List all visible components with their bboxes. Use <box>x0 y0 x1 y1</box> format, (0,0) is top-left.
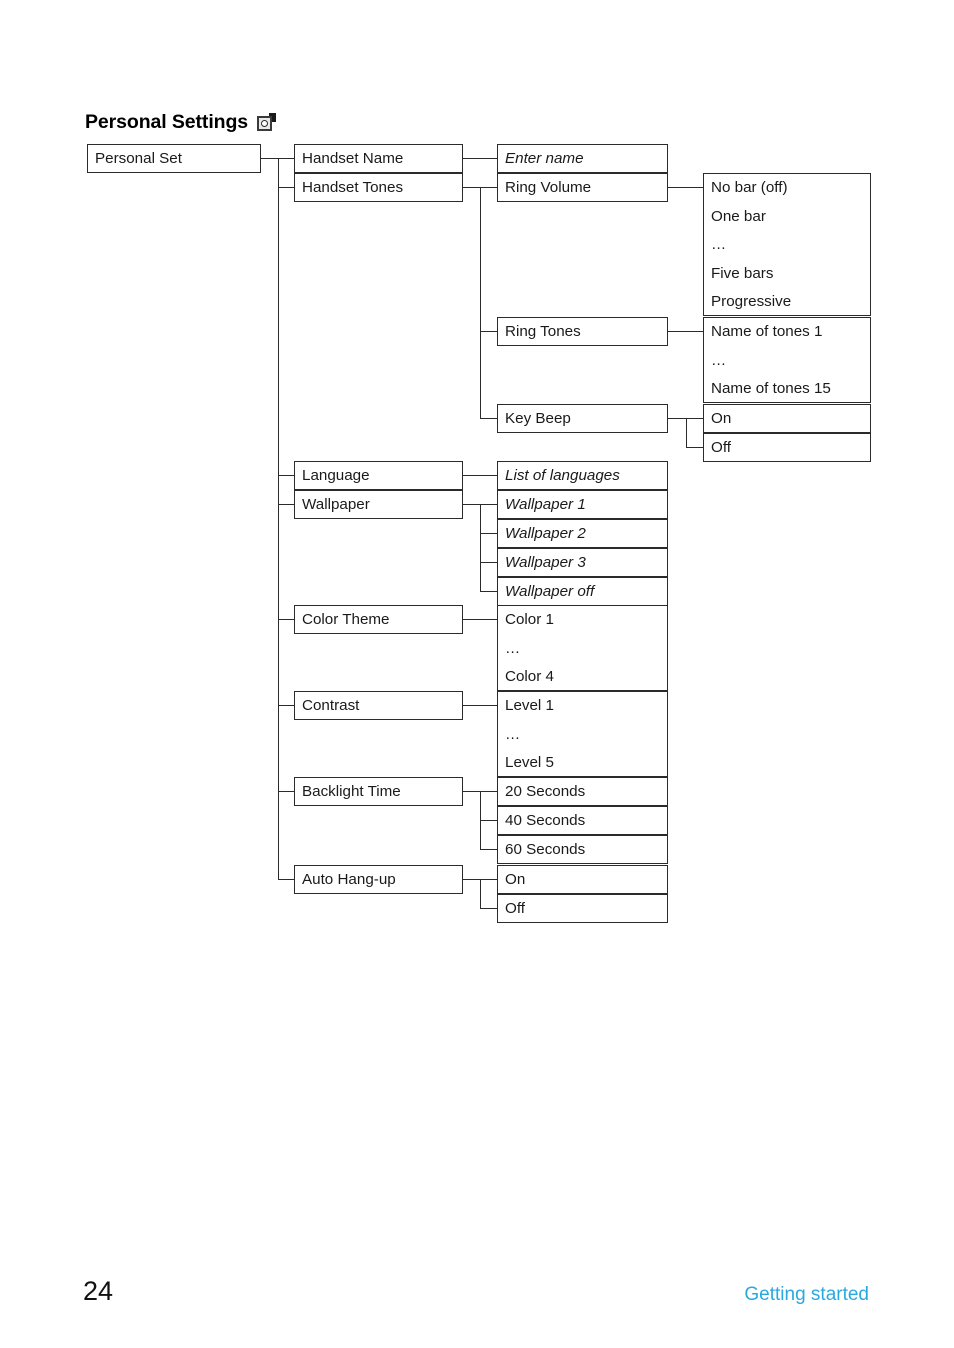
node-backlight-60-seconds[interactable]: 60 Seconds <box>497 835 668 864</box>
connector-wallpaper-1 <box>480 504 497 505</box>
connector-auto-hangup-stub <box>463 879 480 880</box>
node-language[interactable]: Language <box>294 461 463 490</box>
connector-to-auto-hangup <box>278 879 294 880</box>
node-ring-tones-options[interactable]: Name of tones 1 … Name of tones 15 <box>703 317 871 403</box>
connector-to-ring-volume <box>480 187 497 188</box>
connector-to-key-beep <box>480 418 497 419</box>
menu-tree-page: Personal Settings Personal Set Handset N… <box>0 0 954 1348</box>
node-personal-set[interactable]: Personal Set <box>87 144 261 173</box>
page-title-text: Personal Settings <box>85 111 249 133</box>
node-contrast[interactable]: Contrast <box>294 691 463 720</box>
connector-key-beep-stub <box>668 418 686 419</box>
connector-to-wallpaper <box>278 504 294 505</box>
connector-to-color-theme <box>278 619 294 620</box>
connector-auto-hangup-off <box>480 908 497 909</box>
footer-section-label: Getting started <box>744 1284 869 1305</box>
connector-backlight-40 <box>480 820 497 821</box>
connector-wallpaper-off <box>480 591 497 592</box>
connector-backlight-stub <box>463 791 480 792</box>
node-list-of-languages[interactable]: List of languages <box>497 461 668 490</box>
node-backlight-20-seconds[interactable]: 20 Seconds <box>497 777 668 806</box>
connector-key-beep-on <box>686 418 703 419</box>
personal-settings-menu-icon <box>257 112 277 132</box>
connector-auto-hangup-trunk <box>480 879 481 908</box>
page-title: Personal Settings <box>85 110 277 134</box>
connector-to-backlight-time <box>278 791 294 792</box>
node-auto-hangup[interactable]: Auto Hang-up <box>294 865 463 894</box>
connector-handset-name-value <box>463 158 497 159</box>
node-wallpaper-3[interactable]: Wallpaper 3 <box>497 548 668 577</box>
node-backlight-time[interactable]: Backlight Time <box>294 777 463 806</box>
node-handset-name[interactable]: Handset Name <box>294 144 463 173</box>
connector-to-contrast <box>278 705 294 706</box>
node-wallpaper-1[interactable]: Wallpaper 1 <box>497 490 668 519</box>
connector-handset-tones-stub <box>463 187 480 188</box>
connector-key-beep-trunk <box>686 418 687 447</box>
node-handset-tones[interactable]: Handset Tones <box>294 173 463 202</box>
connector-language-value <box>463 475 497 476</box>
connector-wallpaper-3 <box>480 562 497 563</box>
node-key-beep[interactable]: Key Beep <box>497 404 668 433</box>
node-key-beep-off[interactable]: Off <box>703 433 871 462</box>
connector-backlight-20 <box>480 791 497 792</box>
node-color-theme[interactable]: Color Theme <box>294 605 463 634</box>
connector-handset-tones-trunk <box>480 187 481 418</box>
connector-to-handset-tones <box>278 187 294 188</box>
connector-level1-trunk <box>278 158 279 880</box>
node-ring-volume[interactable]: Ring Volume <box>497 173 668 202</box>
connector-to-handset-name <box>278 158 294 159</box>
connector-ring-volume-options <box>668 187 703 188</box>
node-wallpaper-off[interactable]: Wallpaper off <box>497 577 668 606</box>
node-wallpaper-2[interactable]: Wallpaper 2 <box>497 519 668 548</box>
connector-backlight-60 <box>480 849 497 850</box>
node-enter-name[interactable]: Enter name <box>497 144 668 173</box>
node-key-beep-on[interactable]: On <box>703 404 871 433</box>
connector-key-beep-off <box>686 447 703 448</box>
connector-wallpaper-stub <box>463 504 480 505</box>
node-ring-tones[interactable]: Ring Tones <box>497 317 668 346</box>
node-auto-hangup-off[interactable]: Off <box>497 894 668 923</box>
node-contrast-options[interactable]: Level 1 … Level 5 <box>497 691 668 777</box>
connector-color-theme-options <box>463 619 497 620</box>
node-color-theme-options[interactable]: Color 1 … Color 4 <box>497 605 668 691</box>
connector-to-ring-tones <box>480 331 497 332</box>
connector-wallpaper-2 <box>480 533 497 534</box>
page-number: 24 <box>83 1276 114 1306</box>
connector-contrast-options <box>463 705 497 706</box>
connector-ring-tones-options <box>668 331 703 332</box>
connector-to-language <box>278 475 294 476</box>
connector-auto-hangup-on <box>480 879 497 880</box>
node-backlight-40-seconds[interactable]: 40 Seconds <box>497 806 668 835</box>
node-ring-volume-options[interactable]: No bar (off) One bar … Five bars Progres… <box>703 173 871 316</box>
node-wallpaper[interactable]: Wallpaper <box>294 490 463 519</box>
connector-wallpaper-trunk <box>480 504 481 591</box>
node-auto-hangup-on[interactable]: On <box>497 865 668 894</box>
connector-root-stub <box>261 158 278 159</box>
